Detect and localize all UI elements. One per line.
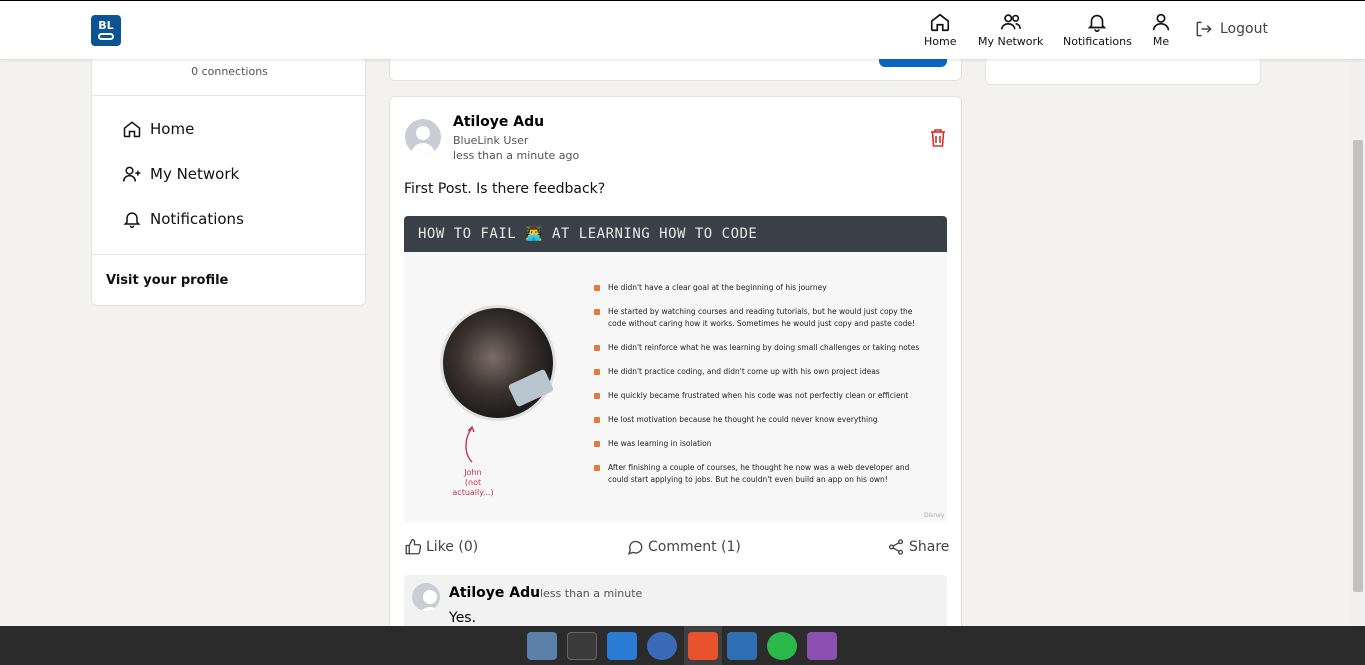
sidebar-item-label: Notifications [150, 210, 244, 228]
bell-icon [123, 212, 141, 229]
image-header: HOW TO FAIL 👨‍💻 AT LEARNING HOW TO CODE [404, 216, 947, 252]
bullet-item: He didn't reinforce what he was learning… [594, 342, 924, 354]
avatar[interactable] [405, 119, 441, 155]
bullet-item: He started by watching courses and readi… [594, 306, 924, 330]
image-caption: John (not actually...) [444, 468, 502, 498]
nav-my-network-label: My Network [978, 35, 1044, 48]
divider [92, 95, 367, 96]
post-text: First Post. Is there feedback? [404, 181, 606, 197]
sidebar-item-label: Home [150, 120, 195, 138]
nav-me-label: Me [1152, 35, 1170, 48]
image-title: HOW TO FAIL 👨‍💻 AT LEARNING HOW TO CODE [418, 226, 758, 242]
nav-notifications-label: Notifications [1063, 35, 1132, 48]
bullet-item: He was learning in isolation [594, 438, 924, 450]
thunderbird-icon[interactable] [647, 632, 677, 660]
post-actions: Like (0) Comment (1) Share [404, 538, 949, 560]
post-timestamp: less than a minute ago [453, 149, 580, 162]
nav-home[interactable]: Home [924, 11, 956, 48]
like-label: Like (0) [426, 539, 479, 555]
files-icon[interactable] [527, 632, 557, 660]
post-author-role: BlueLink User [453, 134, 529, 147]
logout-button[interactable]: Logout [1194, 19, 1268, 39]
top-navbar: BL Home My Network Notifications Me Logo… [0, 0, 1365, 59]
link-icon [98, 33, 114, 40]
user-icon [1152, 13, 1170, 31]
vscode-icon[interactable] [607, 632, 637, 660]
comment-author[interactable]: Atiloye Adu [449, 585, 540, 601]
connections-count[interactable]: 0 connections [92, 65, 367, 78]
scrollbar-thumb[interactable] [1353, 140, 1363, 592]
logout-icon [1196, 21, 1212, 37]
nav-me[interactable]: Me [1150, 11, 1172, 48]
caption-name: John [464, 468, 482, 477]
comment-icon [627, 540, 643, 555]
bullet-item: He didn't practice coding, and didn't co… [594, 366, 924, 378]
logout-label: Logout [1220, 21, 1268, 37]
post-image[interactable]: HOW TO FAIL 👨‍💻 AT LEARNING HOW TO CODE … [404, 216, 947, 522]
comment-label: Comment (1) [648, 539, 741, 555]
arrow-icon [465, 425, 475, 463]
writer-icon[interactable] [727, 632, 757, 660]
brave-icon[interactable] [688, 632, 718, 660]
sidebar-item-home[interactable]: Home [122, 119, 194, 139]
laptop-shape [507, 368, 555, 408]
share-button[interactable]: Share [887, 538, 949, 556]
trash-icon[interactable] [929, 128, 947, 148]
bell-icon [1088, 14, 1107, 32]
bluelink-logo[interactable]: BL [91, 15, 121, 46]
person-photo [440, 305, 556, 421]
nav-my-network[interactable]: My Network [978, 11, 1043, 48]
bullet-item: He didn't have a clear goal at the begin… [594, 282, 924, 294]
share-label: Share [909, 539, 950, 555]
like-button[interactable]: Like (0) [404, 538, 478, 556]
post-card: Atiloye Adu BlueLink User less than a mi… [389, 96, 962, 636]
share-icon [888, 539, 904, 555]
media-player-icon[interactable] [807, 632, 837, 660]
whatsapp-icon[interactable] [767, 632, 797, 660]
divider [92, 254, 367, 255]
caption-note: (not actually...) [452, 478, 494, 497]
os-taskbar [0, 626, 1365, 665]
nav-home-label: Home [924, 35, 957, 48]
network-icon [1000, 14, 1021, 30]
comment-timestamp: less than a minute [540, 587, 643, 600]
bullet-item: After finishing a couple of courses, he … [594, 462, 924, 486]
home-icon [931, 13, 950, 32]
sidebar-item-notifications[interactable]: Notifications [122, 209, 244, 229]
post-author[interactable]: Atiloye Adu [453, 114, 544, 130]
image-bullet-list: He didn't have a clear goal at the begin… [594, 282, 924, 486]
avatar[interactable] [412, 583, 440, 611]
sidebar-item-my-network[interactable]: My Network [122, 164, 239, 184]
logo-text: BL [98, 19, 114, 32]
comment-button[interactable]: Comment (1) [626, 538, 741, 556]
nav-notifications[interactable]: Notifications [1063, 11, 1132, 48]
sidebar-item-label: My Network [150, 165, 240, 183]
bullet-item: He quickly became frustrated when his co… [594, 390, 924, 402]
terminal-icon[interactable] [567, 632, 597, 660]
comment-text: Yes. [449, 610, 477, 626]
add-user-icon [122, 166, 141, 182]
home-icon [123, 121, 141, 138]
image-watermark: Disney [924, 512, 945, 519]
visit-profile-link[interactable]: Visit your profile [106, 273, 228, 288]
profile-sidebar-card: 0 connections Home My Network Notificati… [91, 40, 367, 306]
thumbs-up-icon [405, 538, 422, 555]
bullet-item: He lost motivation because he thought he… [594, 414, 924, 426]
